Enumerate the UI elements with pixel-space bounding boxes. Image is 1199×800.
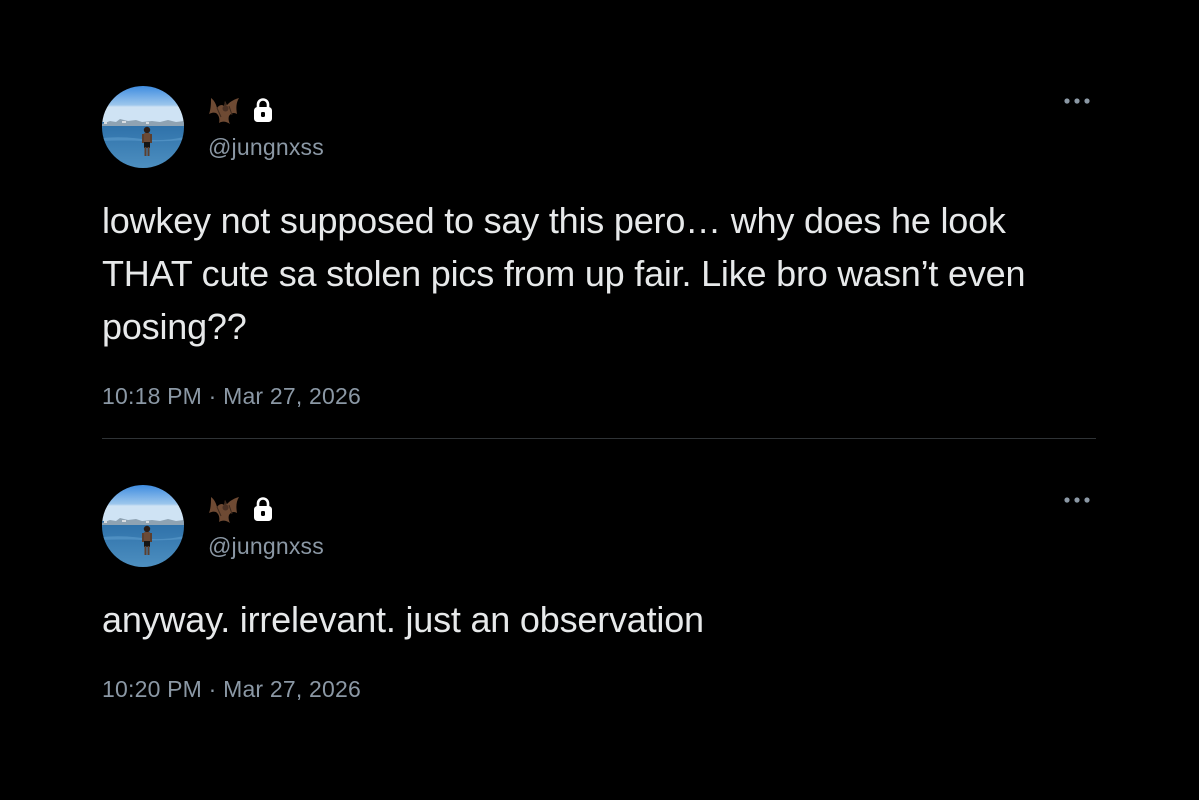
lock-icon <box>254 98 272 122</box>
ellipsis-icon <box>1064 497 1090 503</box>
tweet-header: @jungnxss <box>102 485 1096 569</box>
bat-icon <box>209 98 239 124</box>
tweet-timestamp[interactable]: 10:18 PM · Mar 27, 2026 <box>102 383 1096 410</box>
tweet-text: lowkey not supposed to say this pero… wh… <box>102 200 1026 347</box>
tweet-header: @jungnxss <box>102 86 1096 170</box>
display-name[interactable] <box>208 494 274 524</box>
user-handle[interactable]: @jungnxss <box>208 134 324 161</box>
tweet-divider <box>102 438 1096 439</box>
avatar[interactable] <box>102 485 184 567</box>
user-handle[interactable]: @jungnxss <box>208 533 324 560</box>
display-name[interactable] <box>208 95 274 125</box>
ellipsis-icon <box>1064 98 1090 104</box>
avatar[interactable] <box>102 86 184 168</box>
more-options-button[interactable] <box>1060 92 1094 110</box>
bat-icon <box>209 497 239 523</box>
lock-icon <box>254 497 272 521</box>
tweet: @jungnxss anyway. irrelevant. just an ob… <box>102 485 1096 703</box>
tweet-timestamp[interactable]: 10:20 PM · Mar 27, 2026 <box>102 676 1096 703</box>
tweet: @jungnxss lowkey not supposed to say thi… <box>102 86 1096 410</box>
more-options-button[interactable] <box>1060 491 1094 509</box>
tweet-text: anyway. irrelevant. just an observation <box>102 599 704 640</box>
screen: @jungnxss lowkey not supposed to say thi… <box>0 0 1199 800</box>
